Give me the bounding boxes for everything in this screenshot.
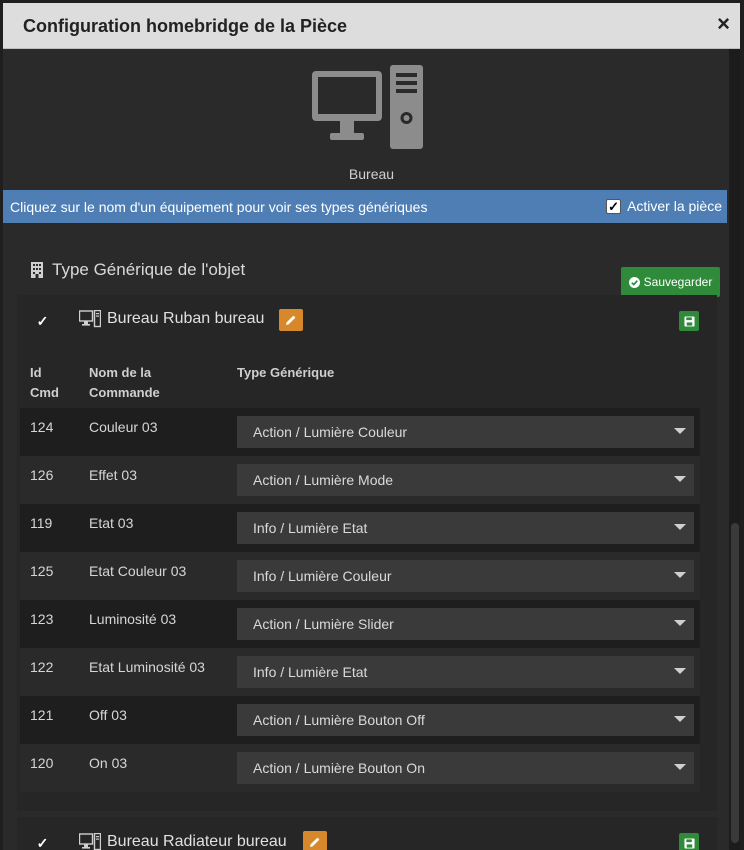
activate-room-checkbox[interactable]: ✓ [606,198,622,214]
cmd-name: Etat Couleur 03 [89,563,187,579]
cmd-id: 126 [30,467,54,483]
activate-room-label: Activer la pièce [627,198,722,214]
command-table: Id Cmd Nom de la Commande Type Générique… [20,351,700,792]
cmd-name: Off 03 [89,707,127,723]
building-icon [31,262,43,278]
equipment-checkbox[interactable]: ✓ [36,314,49,328]
desktop-icon [79,833,101,850]
caret-down-icon [674,428,686,434]
equipment-name: Bureau Ruban bureau [107,310,265,327]
cmd-id: 119 [30,515,53,531]
equipment-checkbox[interactable]: ✓ [36,836,49,850]
cmd-id: 120 [30,755,54,771]
section-title: Type Générique de l'objet [30,260,245,280]
table-row: 121 Off 03 Action / Lumière Bouton Off [20,696,700,744]
cmd-name: Etat 03 [89,515,134,531]
table-row: 124 Couleur 03 Action / Lumière Couleur [20,408,700,456]
caret-down-icon [674,668,686,674]
floppy-disk-icon [683,315,695,327]
equipment-panel: ✓ Bureau Radiateur bureau [17,817,717,850]
generic-type-select[interactable]: Action / Lumière Mode [237,464,694,496]
equipment-name: Bureau Radiateur bureau [107,833,287,850]
cmd-name: Couleur 03 [89,419,158,435]
modal-title: Configuration homebridge de la Pièce [23,16,348,36]
edit-button[interactable] [303,831,327,850]
pencil-icon [286,315,296,325]
table-row: 120 On 03 Action / Lumière Bouton On [20,744,700,792]
cmd-name: Effet 03 [89,467,138,483]
table-row: 119 Etat 03 Info / Lumière Etat [20,504,700,552]
pencil-icon [310,837,320,847]
cmd-id: 123 [30,611,54,627]
info-bar: Cliquez sur le nom d'un équipement pour … [3,190,727,223]
table-row: 126 Effet 03 Action / Lumière Mode [20,456,700,504]
caret-down-icon [674,476,686,482]
header-command-name: Nom de la Commande [89,365,160,400]
section-title-text: Type Générique de l'objet [52,260,246,279]
save-button[interactable]: Sauvegarder [621,267,720,297]
equipment-name-link[interactable]: Bureau Radiateur bureau [79,833,287,850]
generic-type-value: Action / Lumière Mode [253,472,394,488]
homebridge-room-modal: Configuration homebridge de la Pièce × B… [3,3,740,850]
caret-down-icon [674,620,686,626]
caret-down-icon [674,716,686,722]
generic-type-select[interactable]: Action / Lumière Bouton On [237,752,694,784]
generic-type-value: Info / Lumière Etat [253,520,368,536]
info-text: Cliquez sur le nom d'un équipement pour … [10,199,428,215]
scrollbar-thumb[interactable] [731,523,739,843]
equipment-name-link[interactable]: Bureau Ruban bureau [79,310,264,328]
cmd-id: 122 [30,659,54,675]
table-row: 122 Etat Luminosité 03 Info / Lumière Et… [20,648,700,696]
caret-down-icon [674,524,686,530]
equipment-panel: ✓ Bureau Ruban bureau Id Cmd Nom de la C… [17,295,717,811]
generic-type-value: Info / Lumière Etat [253,664,368,680]
cmd-name: Luminosité 03 [89,611,177,627]
close-icon[interactable]: × [717,11,730,37]
caret-down-icon [674,764,686,770]
generic-type-select[interactable]: Action / Lumière Couleur [237,416,694,448]
generic-type-value: Action / Lumière Slider [253,616,394,632]
generic-type-select[interactable]: Info / Lumière Etat [237,512,694,544]
room-name: Bureau [348,166,395,182]
desktop-computer-icon [312,65,423,149]
equipment-header: ✓ Bureau Ruban bureau [17,295,717,347]
header-id-cmd: Id Cmd [30,365,59,400]
save-equipment-button[interactable] [679,833,699,850]
edit-button[interactable] [279,309,303,331]
generic-type-select[interactable]: Action / Lumière Bouton Off [237,704,694,736]
cmd-id: 121 [30,707,54,723]
table-row: 125 Etat Couleur 03 Info / Lumière Coule… [20,552,700,600]
generic-type-value: Info / Lumière Couleur [253,568,392,584]
caret-down-icon [674,572,686,578]
check-circle-icon [628,276,640,288]
save-button-label: Sauvegarder [643,275,713,289]
generic-type-value: Action / Lumière Bouton Off [253,712,425,728]
floppy-disk-icon [683,837,695,849]
cmd-id: 125 [30,563,54,579]
header-generic-type: Type Générique [237,365,335,380]
generic-type-select[interactable]: Action / Lumière Slider [237,608,694,640]
save-equipment-button[interactable] [679,311,699,331]
table-header: Id Cmd Nom de la Commande Type Générique [20,351,700,408]
cmd-name: On 03 [89,755,128,771]
cmd-name: Etat Luminosité 03 [89,659,205,675]
table-row: 123 Luminosité 03 Action / Lumière Slide… [20,600,700,648]
modal-titlebar: Configuration homebridge de la Pièce × [3,3,740,49]
generic-type-value: Action / Lumière Bouton On [253,760,425,776]
desktop-icon [79,310,101,328]
activate-room-toggle[interactable]: ✓ Activer la pièce [606,198,722,214]
cmd-id: 124 [30,419,54,435]
generic-type-select[interactable]: Info / Lumière Etat [237,656,694,688]
generic-type-value: Action / Lumière Couleur [253,424,408,440]
generic-type-select[interactable]: Info / Lumière Couleur [237,560,694,592]
